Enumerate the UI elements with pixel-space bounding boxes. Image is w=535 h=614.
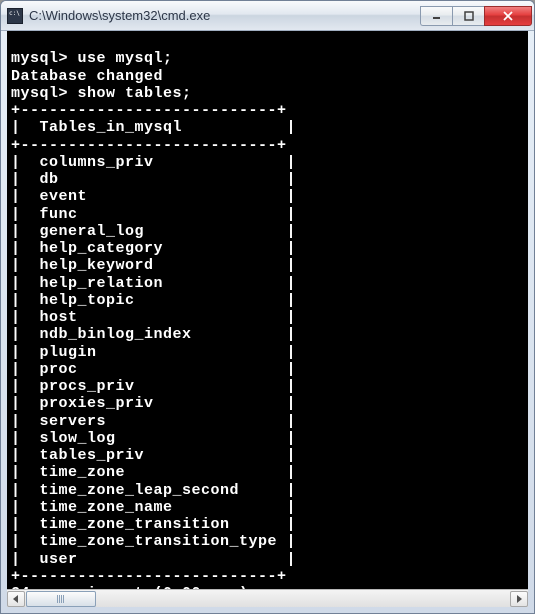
horizontal-scrollbar[interactable] xyxy=(7,589,528,607)
window-title: C:\Windows\system32\cmd.exe xyxy=(29,8,420,23)
titlebar[interactable]: C:\Windows\system32\cmd.exe xyxy=(1,1,534,31)
terminal-content[interactable]: mysql> use mysql; Database changed mysql… xyxy=(7,31,528,589)
cmd-icon xyxy=(7,8,23,24)
maximize-button[interactable] xyxy=(452,6,484,26)
close-button[interactable] xyxy=(484,6,532,26)
window-controls xyxy=(420,6,532,26)
scrollbar-thumb[interactable] xyxy=(26,591,96,607)
minimize-button[interactable] xyxy=(420,6,452,26)
terminal-viewport: mysql> use mysql; Database changed mysql… xyxy=(7,31,528,589)
cmd-window: C:\Windows\system32\cmd.exe mysql> use m… xyxy=(0,0,535,614)
scroll-left-button[interactable] xyxy=(7,591,25,607)
scrollbar-track[interactable] xyxy=(26,591,509,607)
scroll-right-button[interactable] xyxy=(510,591,528,607)
